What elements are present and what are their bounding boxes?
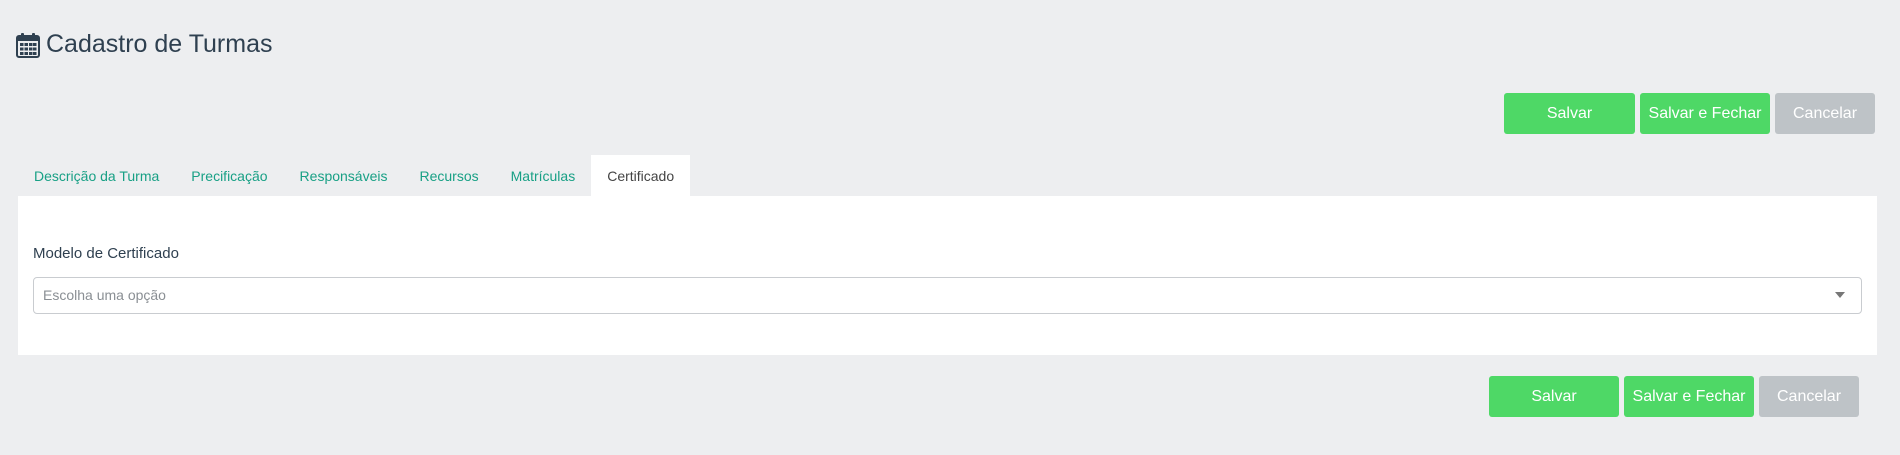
save-button-top[interactable]: Salvar — [1504, 93, 1635, 134]
tab-certificado[interactable]: Certificado — [591, 155, 691, 196]
certificate-model-select[interactable]: Escolha uma opção — [33, 277, 1862, 314]
certificate-panel: Modelo de Certificado Escolha uma opção — [18, 196, 1877, 355]
calendar-icon — [16, 32, 40, 58]
tab-matriculas[interactable]: Matrículas — [495, 155, 592, 196]
tab-recursos[interactable]: Recursos — [403, 155, 494, 196]
tab-precificacao[interactable]: Precificação — [175, 155, 283, 196]
save-and-close-button-bottom[interactable]: Salvar e Fechar — [1624, 376, 1754, 417]
page-title-text: Cadastro de Turmas — [46, 30, 273, 58]
chevron-down-icon — [1835, 292, 1845, 298]
save-button-bottom[interactable]: Salvar — [1489, 376, 1619, 417]
certificate-model-placeholder: Escolha uma opção — [43, 287, 166, 303]
cancel-button-bottom[interactable]: Cancelar — [1759, 376, 1859, 417]
tab-descricao-da-turma[interactable]: Descrição da Turma — [18, 155, 175, 196]
cancel-button-top[interactable]: Cancelar — [1775, 93, 1875, 134]
save-and-close-button-top[interactable]: Salvar e Fechar — [1640, 93, 1770, 134]
page-title: Cadastro de Turmas — [16, 30, 273, 59]
certificate-model-label: Modelo de Certificado — [33, 245, 179, 262]
tab-bar: Descrição da Turma Precificação Responsá… — [18, 155, 691, 196]
tab-responsaveis[interactable]: Responsáveis — [284, 155, 404, 196]
